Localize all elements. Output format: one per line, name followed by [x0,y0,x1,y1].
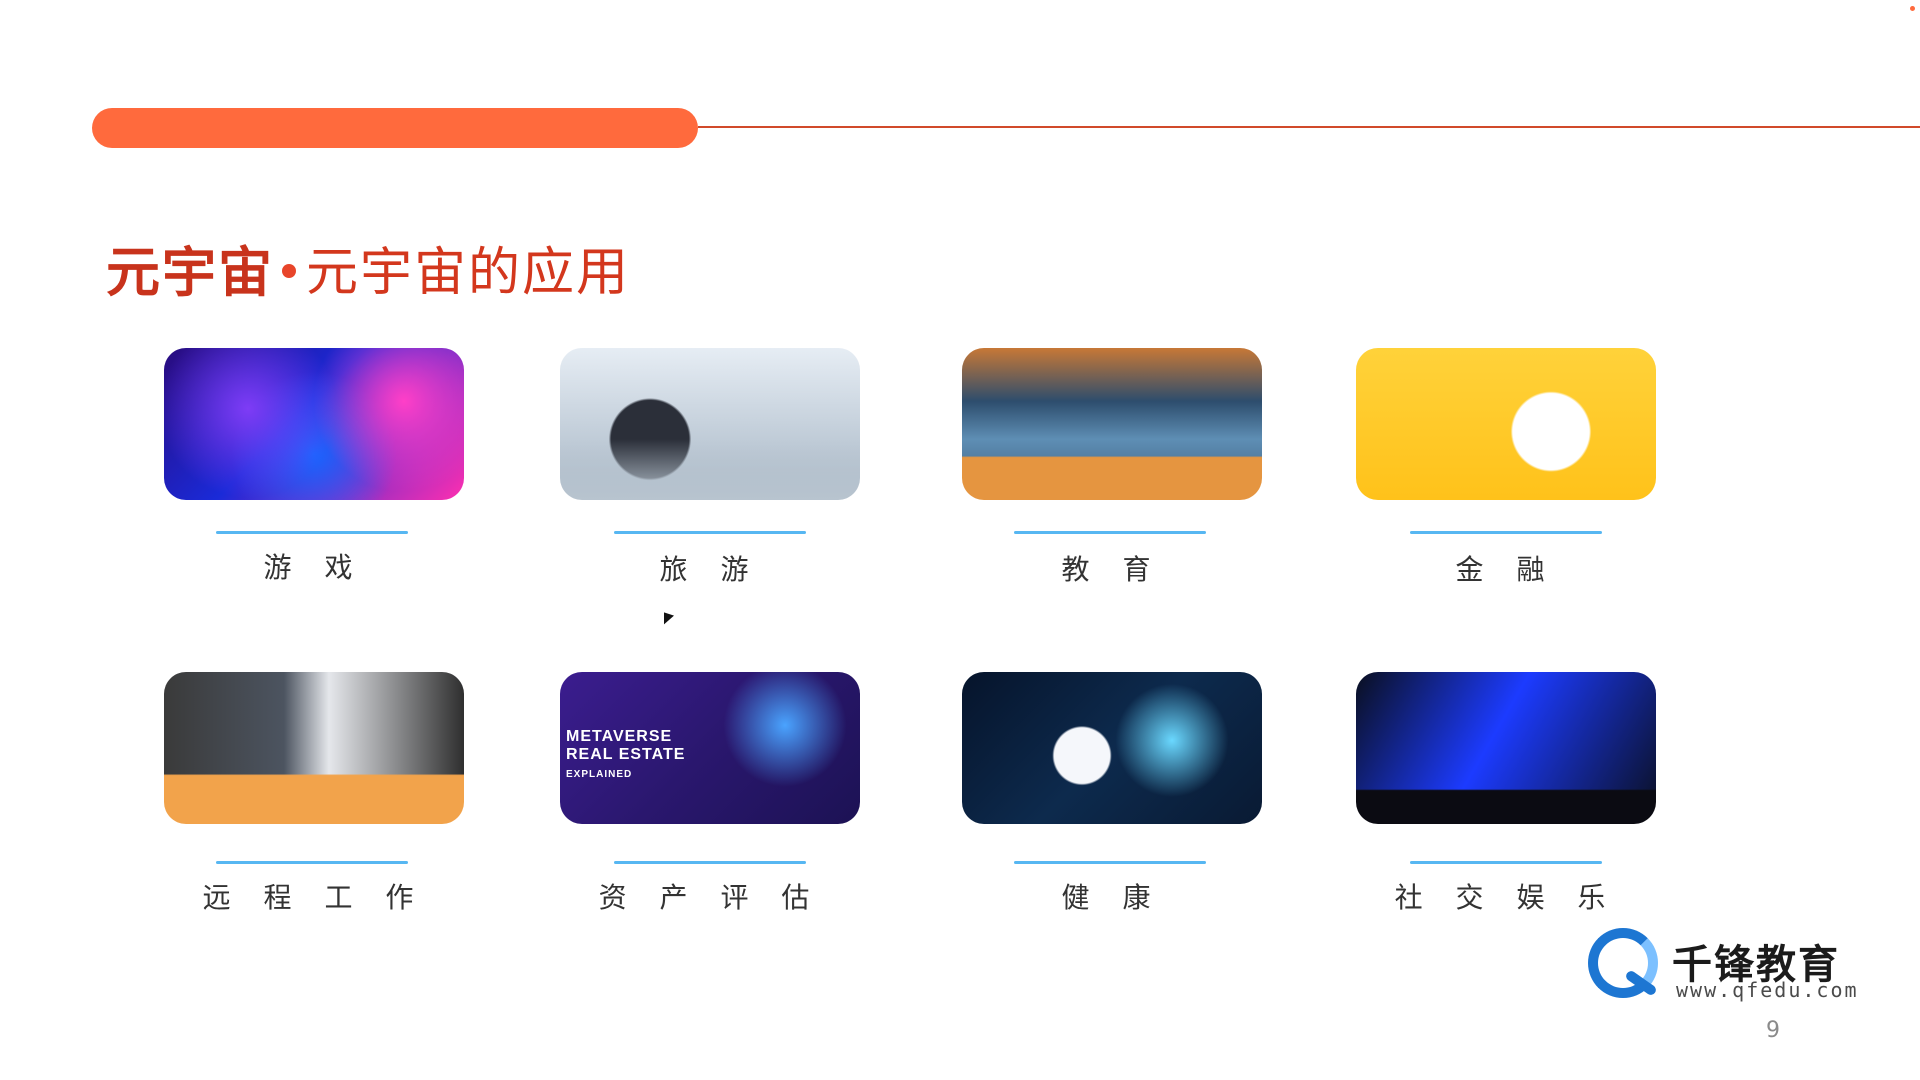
estate-text-line2: REAL ESTATE [566,746,686,764]
app-underline-asset-valuation [614,861,806,864]
app-underline-education [1014,531,1206,534]
app-image-remote-work [164,672,464,824]
header-accent-bar [92,108,698,148]
app-image-game [164,348,464,500]
app-label-social-entertainment: 社 交 娱 乐 [1394,881,1618,914]
app-label-health: 健 康 [1061,881,1163,914]
app-image-finance [1356,348,1656,500]
app-label-travel: 旅 游 [659,553,761,586]
app-image-social-entertainment [1356,672,1656,824]
page-title: 元宇宙 元宇宙的应用 [106,228,630,307]
app-image-travel [560,348,860,500]
app-image-health [962,672,1262,824]
title-main: 元宇宙 [106,241,274,304]
app-label-education: 教 育 [1061,553,1163,586]
app-label-finance: 金 融 [1455,553,1557,586]
qfedu-logo-mark-icon [1588,928,1658,998]
app-underline-remote-work [216,861,408,864]
corner-dot [1910,6,1915,11]
estate-image-text: METAVERSE REAL ESTATE EXPLAINED [566,728,685,780]
app-label-remote-work: 远 程 工 作 [202,881,426,914]
app-underline-social-entertainment [1410,861,1602,864]
qfedu-logo: 千锋教育 www.qfedu.com [1588,928,1878,1008]
app-underline-travel [614,531,806,534]
logo-url-text: www.qfedu.com [1676,978,1859,1002]
app-label-asset-valuation: 资 产 评 估 [598,881,822,914]
app-underline-game [216,531,408,534]
app-underline-health [1014,861,1206,864]
title-bullet-dot [282,263,296,278]
estate-text-line3: EXPLAINED [566,768,633,780]
title-sub: 元宇宙的应用 [306,243,631,303]
app-image-asset-valuation: METAVERSE REAL ESTATE EXPLAINED [560,672,860,824]
app-label-game: 游 戏 [263,551,365,584]
mouse-cursor-icon [664,612,674,628]
page-number: 9 [1766,1018,1780,1043]
app-underline-finance [1410,531,1602,534]
estate-text-line1: METAVERSE [566,728,673,745]
app-image-education [962,348,1262,500]
header-divider-line [698,126,1920,128]
